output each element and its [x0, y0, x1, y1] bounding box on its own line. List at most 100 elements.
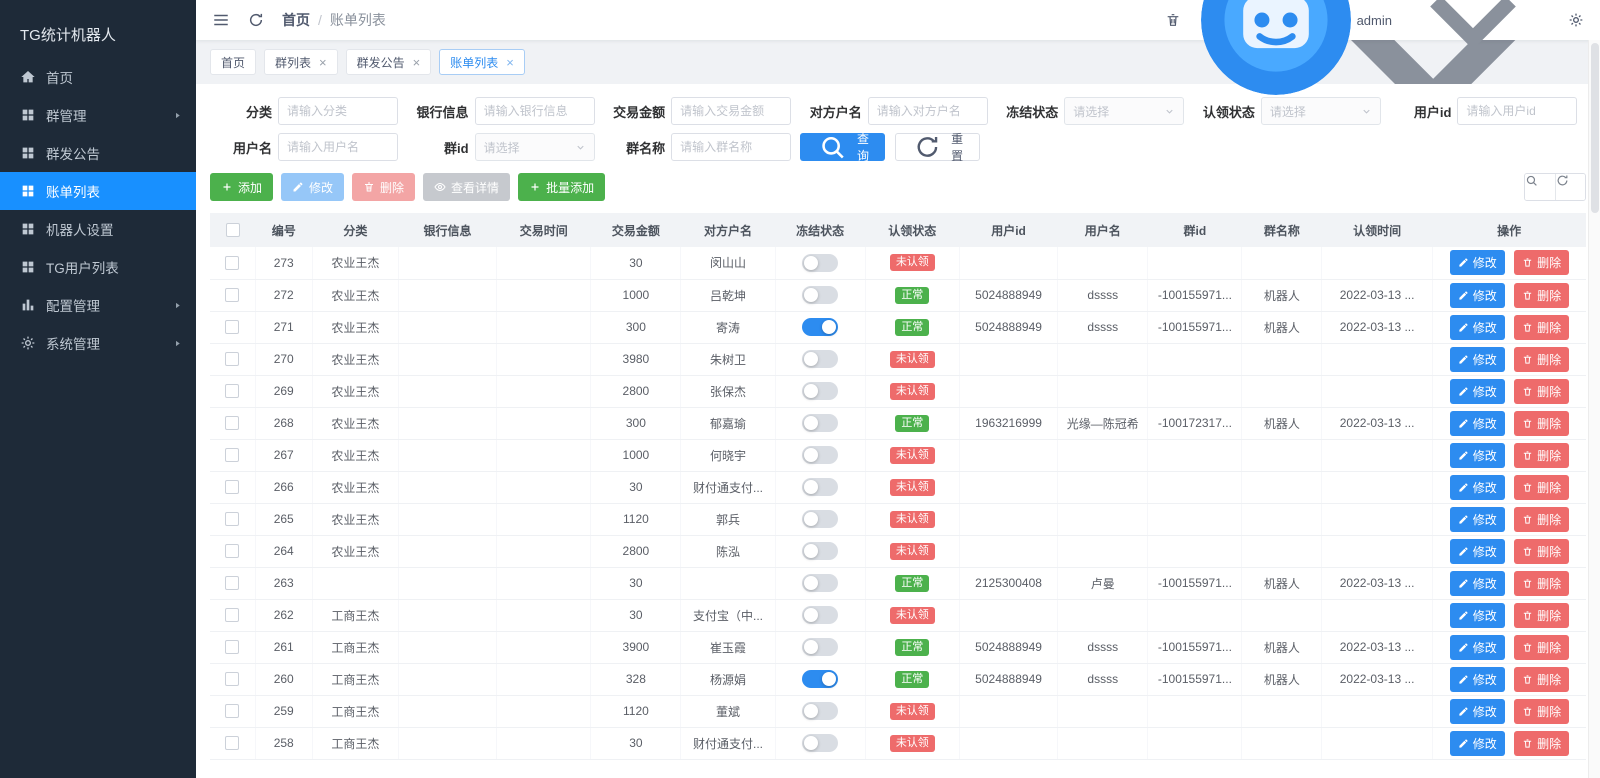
- add-button[interactable]: 添加: [210, 173, 274, 201]
- refresh-button[interactable]: [248, 12, 264, 28]
- delete-button[interactable]: 删除: [1514, 442, 1570, 468]
- row-checkbox[interactable]: [225, 512, 240, 527]
- edit-button[interactable]: 修改: [1449, 346, 1505, 372]
- edit-button[interactable]: 修改: [1449, 474, 1505, 500]
- sidebar-item-config-manage[interactable]: 配置管理: [0, 286, 196, 324]
- edit-button[interactable]: 修改: [1449, 730, 1505, 756]
- row-checkbox[interactable]: [225, 544, 240, 559]
- edit-button[interactable]: 修改: [1449, 570, 1505, 596]
- edit-button[interactable]: 修改: [1449, 410, 1505, 436]
- delete-button[interactable]: 删除: [1514, 538, 1570, 564]
- settings-button[interactable]: [1568, 12, 1584, 28]
- freeze-toggle[interactable]: [802, 606, 839, 624]
- filter-input-username[interactable]: [278, 133, 398, 161]
- freeze-toggle[interactable]: [802, 446, 839, 464]
- row-checkbox[interactable]: [225, 256, 240, 271]
- batch-add-button[interactable]: 批量添加: [518, 173, 606, 201]
- delete-button[interactable]: 删除: [1514, 698, 1570, 724]
- freeze-toggle[interactable]: [802, 350, 839, 368]
- trash-button[interactable]: [1165, 12, 1181, 28]
- close-icon[interactable]: ×: [319, 56, 327, 69]
- freeze-toggle[interactable]: [802, 702, 839, 720]
- freeze-toggle[interactable]: [802, 253, 839, 272]
- table-search-button[interactable]: [1525, 174, 1555, 200]
- table-refresh-button[interactable]: [1555, 174, 1585, 200]
- delete-button[interactable]: 删除: [1514, 730, 1570, 756]
- edit-button[interactable]: 修改: [1449, 314, 1505, 340]
- freeze-toggle[interactable]: [802, 734, 839, 752]
- filter-select-group-id[interactable]: 请选择: [474, 133, 595, 161]
- delete-button[interactable]: 删除: [1514, 570, 1570, 596]
- delete-button[interactable]: 删除: [352, 173, 416, 201]
- user-menu[interactable]: admin: [1200, 0, 1548, 95]
- edit-button[interactable]: 修改: [281, 173, 345, 201]
- filter-input-user-id[interactable]: [1457, 97, 1578, 125]
- edit-button[interactable]: 修改: [1449, 378, 1505, 404]
- freeze-toggle[interactable]: [802, 478, 839, 496]
- sidebar-item-tg-user-list[interactable]: TG用户列表: [0, 248, 196, 286]
- tab-bill-list[interactable]: 账单列表 ×: [439, 49, 525, 75]
- row-checkbox[interactable]: [225, 576, 240, 591]
- tab-home[interactable]: 首页: [210, 49, 257, 75]
- edit-button[interactable]: 修改: [1449, 602, 1505, 628]
- scrollbar-thumb[interactable]: [1590, 43, 1599, 213]
- sidebar-item-home[interactable]: 首页: [0, 58, 196, 96]
- view-detail-button[interactable]: 查看详情: [423, 173, 511, 201]
- edit-button[interactable]: 修改: [1449, 506, 1505, 532]
- sidebar-item-robot-settings[interactable]: 机器人设置: [0, 210, 196, 248]
- row-checkbox[interactable]: [225, 448, 240, 463]
- sidebar-item-bill-list[interactable]: 账单列表: [0, 172, 196, 210]
- row-checkbox[interactable]: [225, 608, 240, 623]
- sidebar-item-group-manage[interactable]: 群管理: [0, 96, 196, 134]
- freeze-toggle[interactable]: [802, 638, 839, 656]
- delete-button[interactable]: 删除: [1514, 634, 1570, 660]
- freeze-toggle[interactable]: [802, 670, 839, 688]
- row-checkbox[interactable]: [225, 736, 240, 751]
- freeze-toggle[interactable]: [802, 542, 839, 560]
- row-checkbox[interactable]: [225, 416, 240, 431]
- delete-button[interactable]: 删除: [1514, 474, 1570, 500]
- delete-button[interactable]: 删除: [1514, 602, 1570, 628]
- filter-select-freeze-status[interactable]: 请选择: [1064, 97, 1185, 125]
- scrollbar[interactable]: [1588, 40, 1600, 778]
- freeze-toggle[interactable]: [802, 382, 839, 400]
- breadcrumb-root[interactable]: 首页: [282, 10, 310, 30]
- delete-button[interactable]: 删除: [1514, 666, 1570, 692]
- filter-input-amount[interactable]: [671, 97, 792, 125]
- delete-button[interactable]: 删除: [1514, 506, 1570, 532]
- sidebar-item-system-manage[interactable]: 系统管理: [0, 324, 196, 362]
- filter-input-counterparty[interactable]: [867, 97, 988, 125]
- edit-button[interactable]: 修改: [1449, 634, 1505, 660]
- sidebar-item-group-announce[interactable]: 群发公告: [0, 134, 196, 172]
- row-checkbox[interactable]: [225, 320, 240, 335]
- delete-button[interactable]: 删除: [1514, 378, 1570, 404]
- tab-group-list[interactable]: 群列表 ×: [264, 49, 338, 75]
- menu-toggle-button[interactable]: [212, 11, 230, 29]
- delete-button[interactable]: 删除: [1514, 346, 1570, 372]
- row-checkbox[interactable]: [225, 384, 240, 399]
- delete-button[interactable]: 删除: [1514, 282, 1570, 308]
- row-checkbox[interactable]: [225, 480, 240, 495]
- edit-button[interactable]: 修改: [1449, 698, 1505, 724]
- row-checkbox[interactable]: [225, 352, 240, 367]
- select-all-checkbox[interactable]: [225, 223, 240, 238]
- edit-button[interactable]: 修改: [1449, 250, 1505, 276]
- freeze-toggle[interactable]: [802, 510, 839, 528]
- row-checkbox[interactable]: [225, 288, 240, 303]
- close-icon[interactable]: ×: [413, 56, 421, 69]
- reset-button[interactable]: 重置: [894, 132, 980, 163]
- freeze-toggle[interactable]: [802, 574, 839, 592]
- freeze-toggle[interactable]: [802, 414, 839, 432]
- freeze-toggle[interactable]: [802, 286, 839, 304]
- edit-button[interactable]: 修改: [1449, 282, 1505, 308]
- row-checkbox[interactable]: [225, 672, 240, 687]
- filter-select-claim-status[interactable]: 请选择: [1260, 97, 1381, 125]
- freeze-toggle[interactable]: [802, 318, 839, 336]
- filter-input-category[interactable]: [278, 97, 398, 125]
- edit-button[interactable]: 修改: [1449, 442, 1505, 468]
- search-button[interactable]: 查询: [799, 132, 885, 163]
- filter-input-group-name[interactable]: [671, 133, 792, 161]
- delete-button[interactable]: 删除: [1514, 314, 1570, 340]
- close-icon[interactable]: ×: [506, 56, 514, 69]
- tab-group-announce[interactable]: 群发公告 ×: [345, 49, 432, 75]
